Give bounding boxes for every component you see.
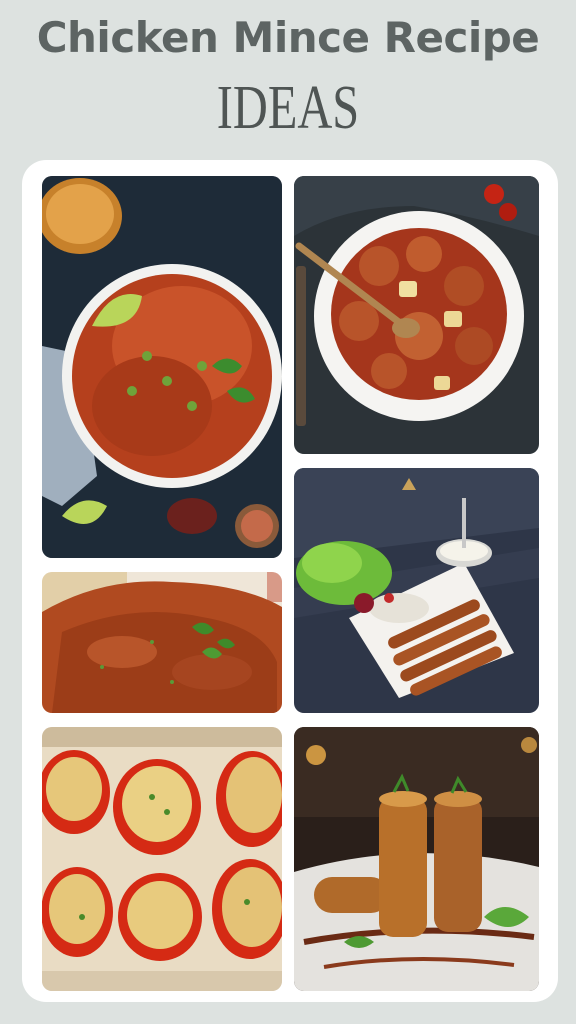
photo-chicken-keema-curry xyxy=(42,572,282,713)
photo-seekh-kebab-platter xyxy=(294,468,539,713)
photo-stuffed-bell-peppers xyxy=(42,727,282,991)
page-subtitle: IDEAS xyxy=(216,74,360,142)
photo-meatball-potato-curry xyxy=(294,176,539,454)
page-title: Chicken Mince Recipe xyxy=(36,13,540,62)
photo-spring-rolls-plate xyxy=(294,727,539,991)
photo-keema-peas-rice-bowl xyxy=(42,176,282,558)
